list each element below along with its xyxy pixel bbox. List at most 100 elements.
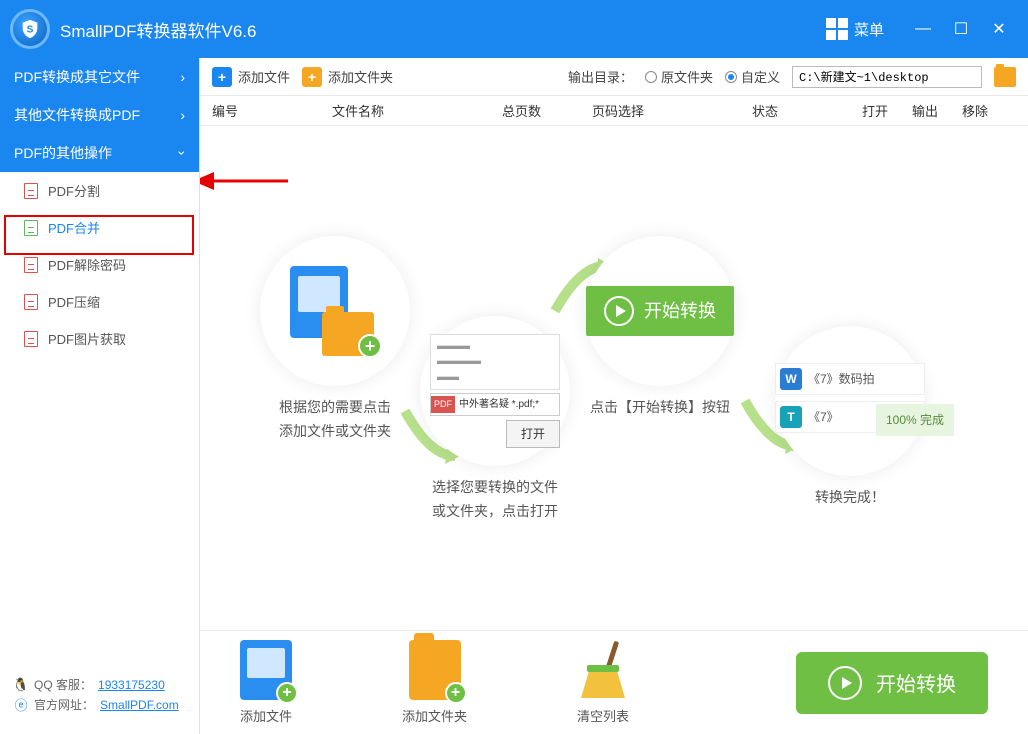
site-link[interactable]: SmallPDF.com bbox=[100, 698, 179, 712]
item-label: PDF解除密码 bbox=[48, 255, 126, 274]
menu-button[interactable]: 菜单 bbox=[826, 18, 884, 40]
sidebar-item-pdf-compress[interactable]: PDF压缩 bbox=[0, 283, 199, 320]
sidebar-item-pdf-extract-img[interactable]: PDF图片获取 bbox=[0, 320, 199, 357]
plus-icon: + bbox=[302, 67, 322, 87]
qq-icon: 🐧 bbox=[14, 678, 28, 692]
btn-label: 添加文件 bbox=[238, 67, 290, 86]
res-name: 《7》 bbox=[808, 407, 839, 427]
sidebar-item-pdf-unlock[interactable]: PDF解除密码 bbox=[0, 246, 199, 283]
app-title: SmallPDF转换器软件V6.6 bbox=[60, 17, 256, 42]
done-badge: 100% 完成 bbox=[876, 404, 954, 436]
start-convert-button[interactable]: 开始转换 bbox=[796, 652, 988, 714]
cat-label: PDF转换成其它文件 bbox=[14, 67, 140, 87]
plus-icon: + bbox=[212, 67, 232, 87]
step-2-illustration: ▬▬▬▬▬▬▬▬▬ PDF中外著名疑 *.pdf;* 打开 bbox=[420, 316, 570, 466]
cat-label: 其他文件转换成PDF bbox=[14, 105, 140, 125]
browse-folder-button[interactable] bbox=[994, 67, 1016, 87]
file-icon bbox=[24, 294, 38, 310]
radio-label: 原文件夹 bbox=[661, 70, 713, 85]
th-pages: 总页数 bbox=[502, 101, 592, 120]
radio-label: 自定义 bbox=[741, 70, 780, 85]
step-text: 选择您要转换的文件 bbox=[420, 476, 570, 500]
output-path-input[interactable] bbox=[792, 66, 982, 88]
site-label: 官方网址： bbox=[34, 696, 94, 713]
sidebar-footer: 🐧 QQ 客服： 1933175230 ⓔ 官方网址： SmallPDF.com bbox=[0, 663, 199, 734]
sidebar: PDF转换成其它文件 › 其他文件转换成PDF › PDF的其他操作 › PDF… bbox=[0, 58, 200, 734]
qq-label: QQ 客服： bbox=[34, 676, 92, 693]
chevron-right-icon: › bbox=[180, 69, 185, 85]
th-output: 输出 bbox=[912, 101, 962, 120]
th-status: 状态 bbox=[752, 101, 862, 120]
cat-label: PDF的其他操作 bbox=[14, 143, 112, 163]
item-label: PDF分割 bbox=[48, 181, 100, 200]
output-dir-label: 输出目录： bbox=[568, 67, 633, 86]
step-3-illustration: 开始转换 bbox=[585, 236, 735, 386]
sidebar-cat-pdf-to-other[interactable]: PDF转换成其它文件 › bbox=[0, 58, 199, 96]
main-area: + 添加文件 + 添加文件夹 输出目录： 原文件夹 自定义 编号 文件名称 总页数 … bbox=[200, 58, 1028, 734]
file-name: 中外著名疑 bbox=[459, 399, 509, 410]
btn-label: 添加文件夹 bbox=[402, 706, 467, 725]
step-1-illustration: + bbox=[260, 236, 410, 386]
step-text: 转换完成！ bbox=[775, 486, 925, 510]
th-open: 打开 bbox=[862, 101, 912, 120]
svg-text:S: S bbox=[27, 25, 34, 36]
file-icon bbox=[24, 183, 38, 199]
sidebar-item-pdf-merge[interactable]: PDF合并 bbox=[0, 209, 199, 246]
word-icon: W bbox=[780, 368, 802, 390]
close-button[interactable]: ✕ bbox=[984, 14, 1014, 44]
item-label: PDF合并 bbox=[48, 218, 100, 237]
bottom-add-file-button[interactable]: + 添加文件 bbox=[240, 640, 292, 725]
step-2: ▬▬▬▬▬▬▬▬▬ PDF中外著名疑 *.pdf;* 打开 选择您要转换的文件 … bbox=[420, 316, 570, 524]
globe-icon: ⓔ bbox=[14, 698, 28, 712]
radio-original-folder[interactable]: 原文件夹 bbox=[645, 67, 713, 86]
toolbar: + 添加文件 + 添加文件夹 输出目录： 原文件夹 自定义 bbox=[200, 58, 1028, 96]
step-4-illustration: W《7》数码拍 T《7》100% 完成 bbox=[775, 326, 925, 476]
maximize-button[interactable]: ☐ bbox=[946, 14, 976, 44]
btn-label: 开始转换 bbox=[644, 296, 716, 327]
bottom-clear-list-button[interactable]: 清空列表 bbox=[577, 640, 629, 725]
step-1: + 根据您的需要点击 添加文件或文件夹 bbox=[260, 236, 410, 444]
file-icon bbox=[24, 257, 38, 273]
menu-label: 菜单 bbox=[854, 19, 884, 40]
file-icon bbox=[24, 331, 38, 347]
bottom-bar: + 添加文件 + 添加文件夹 清空列表 开始转换 bbox=[200, 630, 1028, 734]
open-label: 打开 bbox=[506, 420, 560, 448]
btn-label: 开始转换 bbox=[876, 668, 956, 697]
btn-label: 添加文件夹 bbox=[328, 67, 393, 86]
bottom-add-folder-button[interactable]: + 添加文件夹 bbox=[402, 640, 467, 725]
step-3: 开始转换 点击【开始转换】按钮 bbox=[585, 236, 735, 420]
minimize-button[interactable]: — bbox=[908, 14, 938, 44]
th-page-select: 页码选择 bbox=[592, 101, 752, 120]
file-icon bbox=[24, 220, 38, 236]
btn-label: 清空列表 bbox=[577, 706, 629, 725]
chevron-down-icon: › bbox=[175, 151, 191, 156]
table-header: 编号 文件名称 总页数 页码选择 状态 打开 输出 移除 bbox=[200, 96, 1028, 126]
add-folder-button[interactable]: + 添加文件夹 bbox=[302, 67, 393, 87]
res-name: 《7》数码拍 bbox=[808, 369, 875, 389]
step-4: W《7》数码拍 T《7》100% 完成 转换完成！ bbox=[775, 326, 925, 510]
file-ext: *.pdf;* bbox=[512, 399, 539, 410]
sidebar-item-pdf-split[interactable]: PDF分割 bbox=[0, 172, 199, 209]
step-text: 添加文件或文件夹 bbox=[260, 420, 410, 444]
text-icon: T bbox=[780, 406, 802, 428]
play-icon bbox=[604, 296, 634, 326]
sidebar-cat-pdf-ops[interactable]: PDF的其他操作 › bbox=[0, 134, 199, 172]
sidebar-cat-other-to-pdf[interactable]: 其他文件转换成PDF › bbox=[0, 96, 199, 134]
qq-link[interactable]: 1933175230 bbox=[98, 678, 165, 692]
chevron-right-icon: › bbox=[180, 107, 185, 123]
radio-custom-folder[interactable]: 自定义 bbox=[725, 67, 780, 86]
guide-canvas: + 根据您的需要点击 添加文件或文件夹 ▬▬▬▬▬▬▬▬▬ PDF中外著名疑 *… bbox=[200, 126, 1028, 630]
th-remove: 移除 bbox=[962, 101, 1012, 120]
item-label: PDF压缩 bbox=[48, 292, 100, 311]
play-icon bbox=[828, 666, 862, 700]
th-filename: 文件名称 bbox=[332, 101, 502, 120]
th-number: 编号 bbox=[212, 101, 332, 120]
step-text: 点击【开始转换】按钮 bbox=[585, 396, 735, 420]
add-file-button[interactable]: + 添加文件 bbox=[212, 67, 290, 87]
item-label: PDF图片获取 bbox=[48, 329, 126, 348]
btn-label: 添加文件 bbox=[240, 706, 292, 725]
annotation-arrow-icon bbox=[200, 166, 290, 196]
step-text: 或文件夹，点击打开 bbox=[420, 500, 570, 524]
grid-icon bbox=[826, 18, 848, 40]
app-logo-icon: S bbox=[10, 9, 50, 49]
